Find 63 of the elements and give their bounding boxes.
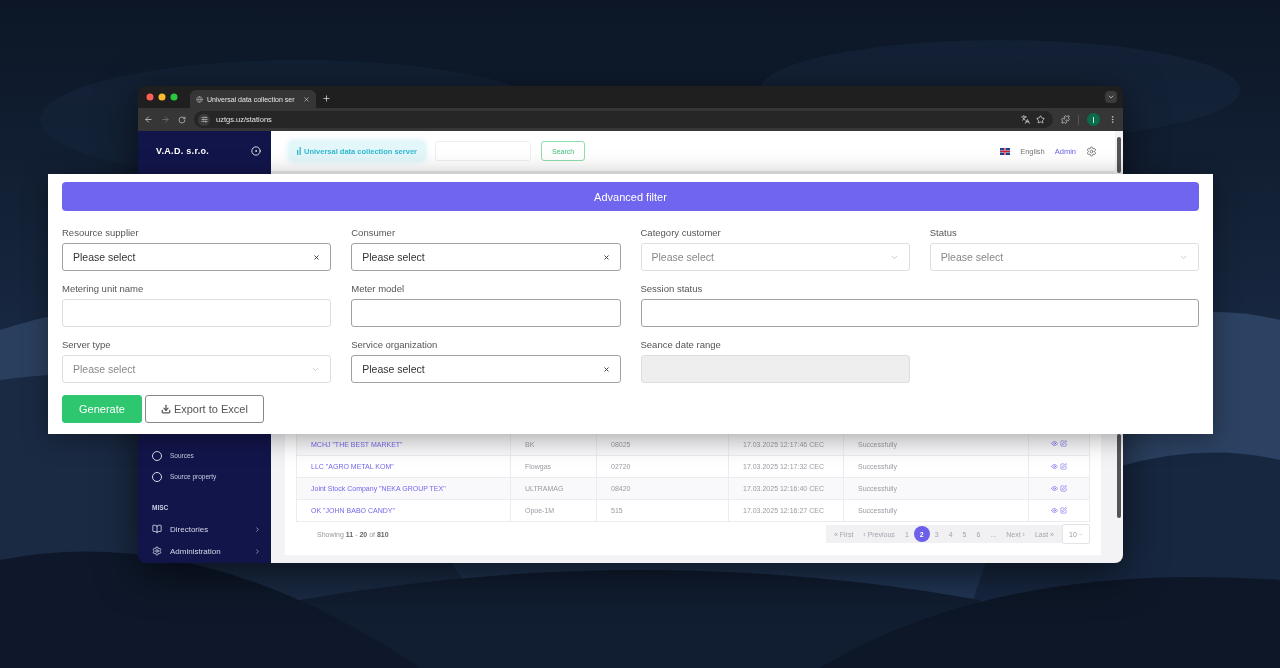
new-tab-icon[interactable] bbox=[322, 94, 331, 103]
translate-icon[interactable] bbox=[1021, 115, 1030, 124]
scrollbar-thumb[interactable] bbox=[1117, 434, 1121, 518]
gear-icon bbox=[152, 546, 162, 556]
sidebar-item[interactable]: Directories bbox=[138, 518, 271, 540]
field-label: Status bbox=[929, 227, 958, 239]
search-field[interactable] bbox=[434, 141, 531, 161]
download-icon bbox=[160, 404, 171, 414]
edit-icon[interactable] bbox=[1060, 506, 1067, 514]
brand-name: V.A.D. s.r.o. bbox=[156, 146, 211, 156]
forward-icon[interactable] bbox=[161, 115, 170, 124]
panel-title: Advanced filter bbox=[62, 182, 1199, 211]
star-icon[interactable] bbox=[1036, 115, 1045, 124]
view-icon[interactable] bbox=[1051, 440, 1058, 448]
edit-icon[interactable] bbox=[1060, 462, 1067, 470]
field-label: Service organization bbox=[351, 339, 439, 351]
clear-icon[interactable] bbox=[313, 253, 321, 261]
view-icon[interactable] bbox=[1051, 484, 1058, 492]
book-icon bbox=[152, 524, 162, 534]
clear-icon[interactable] bbox=[602, 365, 610, 373]
edit-icon[interactable] bbox=[1060, 440, 1067, 448]
site-settings-icon[interactable] bbox=[198, 113, 210, 126]
close-icon[interactable] bbox=[303, 95, 310, 103]
chevron-icon bbox=[254, 525, 261, 533]
chevron-icon bbox=[1107, 93, 1115, 101]
generate-button[interactable]: Generate bbox=[62, 395, 142, 423]
chevron-icon bbox=[254, 547, 261, 555]
menu-icon[interactable] bbox=[1108, 115, 1117, 124]
input-field[interactable] bbox=[351, 299, 621, 327]
edit-icon[interactable] bbox=[1060, 484, 1067, 492]
field-label: Consumer bbox=[351, 227, 397, 239]
view-icon[interactable] bbox=[1051, 506, 1058, 514]
field-label: Metering unit name bbox=[62, 283, 145, 295]
bar-icon bbox=[297, 147, 301, 155]
view-icon[interactable] bbox=[1051, 462, 1058, 470]
back-icon[interactable] bbox=[144, 115, 153, 124]
settings-icon[interactable] bbox=[1086, 145, 1097, 157]
select-field[interactable]: Please select bbox=[929, 243, 1199, 271]
reload-icon[interactable] bbox=[178, 115, 186, 124]
select-field[interactable]: Please select bbox=[351, 243, 621, 271]
sidebar-item[interactable]: Administration bbox=[138, 540, 271, 562]
field-label: Session status bbox=[640, 283, 704, 295]
field-label: Seance date range bbox=[640, 339, 722, 351]
select-field[interactable]: Please select bbox=[640, 243, 910, 271]
target-icon[interactable] bbox=[251, 146, 261, 156]
select-field[interactable]: Please select bbox=[62, 355, 332, 383]
puzzle-icon[interactable] bbox=[1061, 115, 1070, 124]
tab-menu-button[interactable] bbox=[1105, 91, 1117, 103]
profile-avatar[interactable]: I bbox=[1087, 113, 1100, 126]
globe-icon bbox=[196, 95, 203, 103]
field-label: Resource supplier bbox=[62, 227, 140, 239]
field-label: Server type bbox=[62, 339, 112, 351]
export-button[interactable]: Export to Excel bbox=[144, 395, 264, 423]
select-field[interactable]: Please select bbox=[351, 355, 621, 383]
field-label: Meter model bbox=[351, 283, 406, 295]
field-label: Category customer bbox=[640, 227, 722, 239]
window-controls-icon[interactable] bbox=[146, 93, 178, 101]
select-field[interactable]: Please select bbox=[62, 243, 332, 271]
flag-icon bbox=[1000, 147, 1011, 155]
input-field[interactable] bbox=[640, 299, 1199, 327]
chevron-icon bbox=[1077, 531, 1083, 537]
clear-icon[interactable] bbox=[602, 253, 610, 261]
scrollbar-thumb[interactable] bbox=[1117, 137, 1121, 173]
